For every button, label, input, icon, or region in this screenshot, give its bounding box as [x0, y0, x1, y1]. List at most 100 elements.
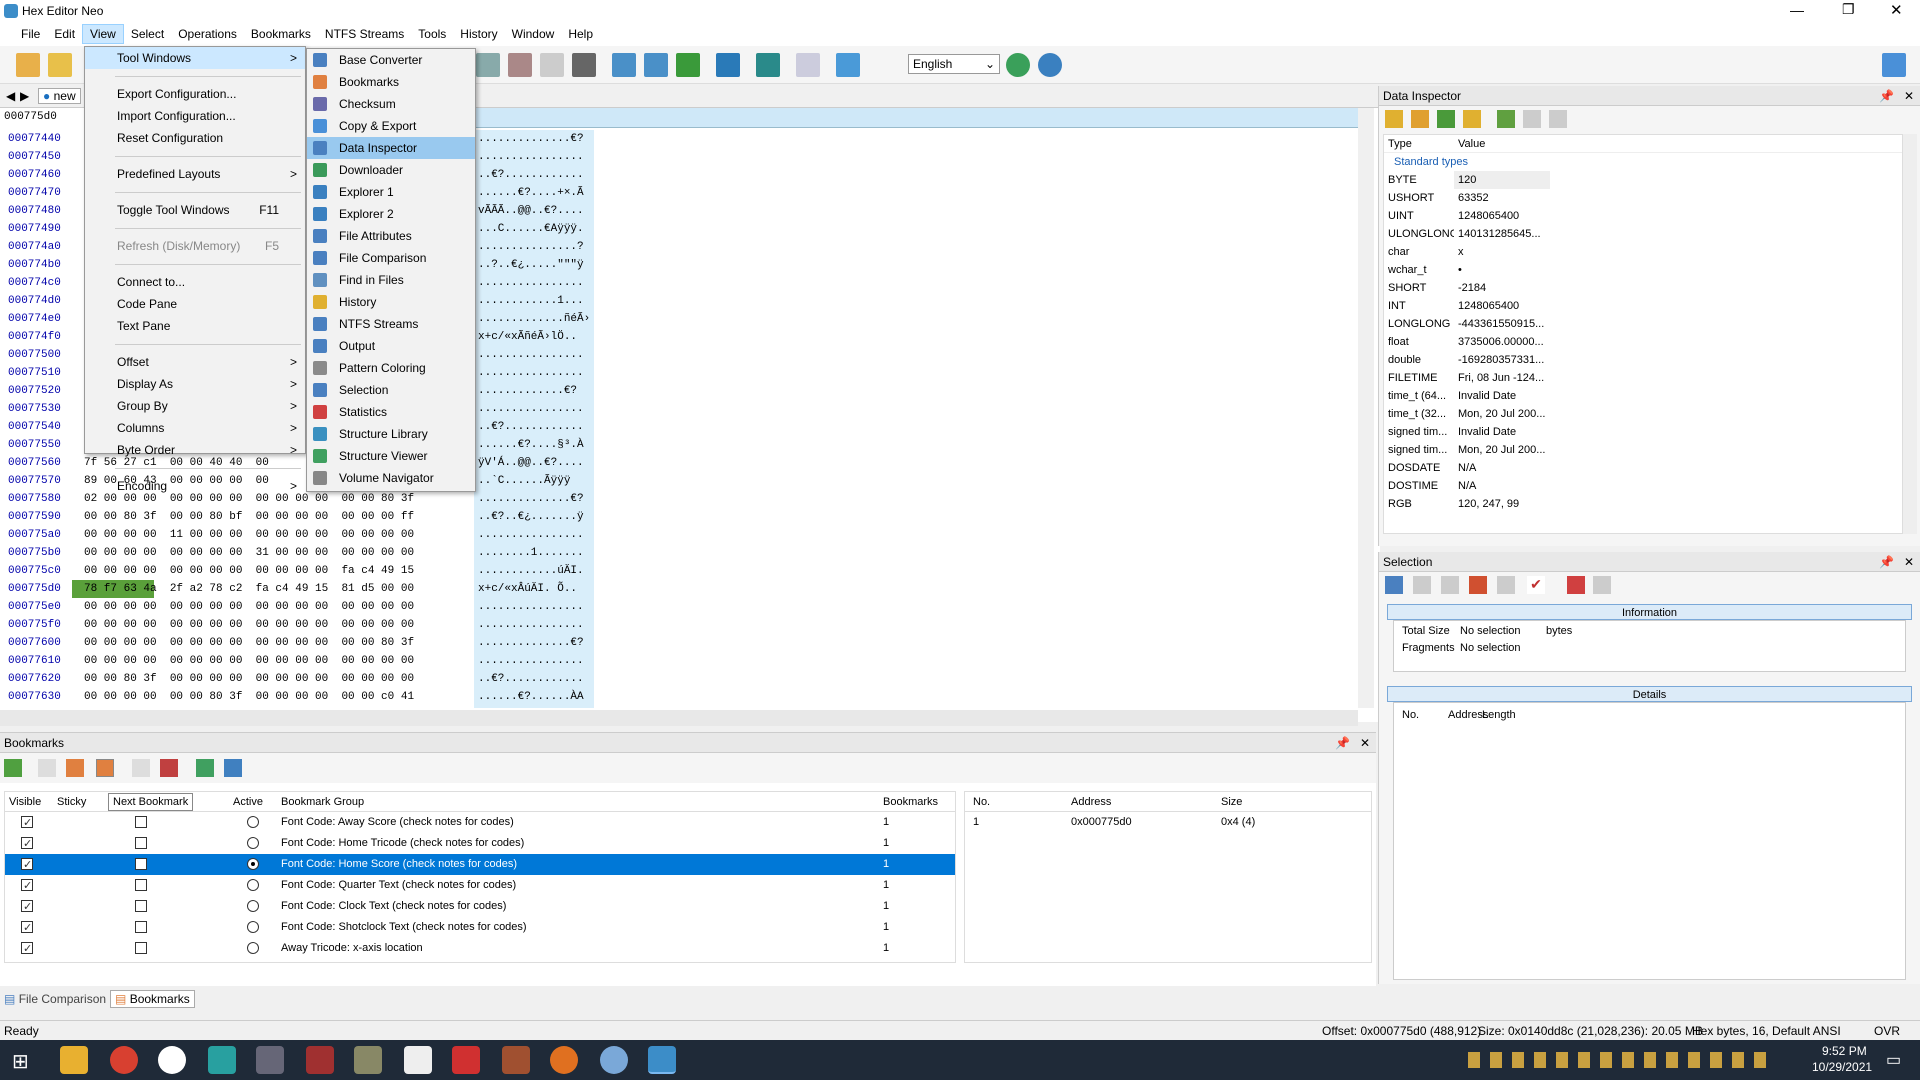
- ascii-row[interactable]: .............ñéÃ›: [474, 310, 594, 328]
- menu-file[interactable]: File: [14, 25, 47, 43]
- app-icon[interactable]: [354, 1046, 382, 1074]
- chrome-icon[interactable]: [110, 1046, 138, 1074]
- tool-icon[interactable]: [1523, 110, 1541, 128]
- data-value[interactable]: -169280357331...: [1454, 351, 1550, 369]
- visible-checkbox[interactable]: [21, 939, 33, 960]
- tool-icon[interactable]: [1549, 110, 1567, 128]
- ascii-row[interactable]: ..€?............: [474, 670, 594, 688]
- ascii-row[interactable]: x+c/«xÂúÄI. Õ..: [474, 580, 594, 598]
- vertical-scrollbar[interactable]: [1358, 108, 1374, 708]
- data-inspector-row[interactable]: char x: [1384, 243, 1902, 261]
- hex-row[interactable]: 00 00 00 00 00 00 00 00 00 00 00 00 00 0…: [72, 634, 472, 652]
- app-icon[interactable]: [404, 1046, 432, 1074]
- ascii-row[interactable]: ......€?....+×.Ã: [474, 184, 594, 202]
- document-tab[interactable]: ● new: [38, 88, 81, 104]
- sticky-checkbox[interactable]: [135, 921, 147, 933]
- ascii-row[interactable]: ..€?..€¿.......ÿ: [474, 508, 594, 526]
- hex-row[interactable]: 00 00 00 00 11 00 00 00 00 00 00 00 00 0…: [72, 526, 472, 544]
- clock-date[interactable]: 10/29/2021: [1812, 1060, 1872, 1074]
- layout-icon[interactable]: [644, 53, 668, 77]
- data-value[interactable]: Invalid Date: [1454, 387, 1550, 405]
- data-inspector-row[interactable]: UINT 1248065400: [1384, 207, 1902, 225]
- data-inspector-row[interactable]: ULONGLONG 140131285645...: [1384, 225, 1902, 243]
- tool-window-item-base-converter[interactable]: Base Converter: [307, 49, 475, 71]
- visible-checkbox[interactable]: [21, 897, 33, 918]
- pin-icon[interactable]: 📌: [1879, 552, 1894, 572]
- data-value[interactable]: N/A: [1454, 477, 1550, 495]
- group-header[interactable]: Standard types: [1384, 153, 1902, 171]
- tool-window-item-data-inspector[interactable]: Data Inspector: [307, 137, 475, 159]
- minimize-button[interactable]: —: [1790, 2, 1804, 18]
- ascii-row[interactable]: ..€?............: [474, 166, 594, 184]
- bookmark-icon[interactable]: [160, 759, 178, 777]
- grid-icon[interactable]: [1497, 576, 1515, 594]
- ascii-row[interactable]: ................: [474, 526, 594, 544]
- app-icon[interactable]: [600, 1046, 628, 1074]
- menu-view[interactable]: View: [82, 24, 124, 44]
- view-menu-item[interactable]: Group By >: [85, 395, 305, 417]
- hex-row[interactable]: 00 00 00 00 00 00 00 00 00 00 00 00 fa c…: [72, 562, 472, 580]
- visible-checkbox[interactable]: [21, 855, 33, 876]
- view-menu-item[interactable]: Text Pane: [85, 315, 305, 337]
- tool-window-item-find-in-files[interactable]: Find in Files: [307, 269, 475, 291]
- menu-tools[interactable]: Tools: [411, 25, 453, 43]
- data-inspector-row[interactable]: BYTE 120: [1384, 171, 1902, 189]
- sticky-checkbox[interactable]: [135, 858, 147, 870]
- close-icon[interactable]: ✕: [1904, 86, 1914, 106]
- data-inspector-row[interactable]: LONGLONG -443361550915...: [1384, 315, 1902, 333]
- data-value[interactable]: •: [1454, 261, 1550, 279]
- data-inspector-row[interactable]: signed tim... Mon, 20 Jul 200...: [1384, 441, 1902, 459]
- data-inspector-row[interactable]: wchar_t •: [1384, 261, 1902, 279]
- layout-icon[interactable]: [612, 53, 636, 77]
- view-menu-item[interactable]: Export Configuration...: [85, 83, 305, 105]
- grid-icon[interactable]: [1441, 576, 1459, 594]
- bookmark-detail-row[interactable]: 1 0x000775d0 0x4 (4): [965, 812, 1371, 832]
- ascii-row[interactable]: ................: [474, 148, 594, 166]
- data-inspector-row[interactable]: USHORT 63352: [1384, 189, 1902, 207]
- ruler-icon[interactable]: [676, 53, 700, 77]
- ascii-row[interactable]: ................: [474, 346, 594, 364]
- active-radio[interactable]: [247, 900, 259, 912]
- data-inspector-row[interactable]: time_t (32... Mon, 20 Jul 200...: [1384, 405, 1902, 423]
- ascii-row[interactable]: ......€?......ÀA: [474, 688, 594, 706]
- data-inspector-row[interactable]: DOSDATE N/A: [1384, 459, 1902, 477]
- data-value[interactable]: -2184: [1454, 279, 1550, 297]
- bookmark-icon[interactable]: [66, 759, 84, 777]
- pin-icon[interactable]: 📌: [1879, 86, 1894, 106]
- hex-row[interactable]: 00 00 00 00 00 00 00 00 00 00 00 00 00 0…: [72, 598, 472, 616]
- view-menu-item[interactable]: Connect to...: [85, 271, 305, 293]
- data-inspector-row[interactable]: INT 1248065400: [1384, 297, 1902, 315]
- bookmark-icon[interactable]: [38, 759, 56, 777]
- menu-help[interactable]: Help: [561, 25, 600, 43]
- menu-edit[interactable]: Edit: [47, 25, 82, 43]
- pencil-icon[interactable]: [1385, 110, 1403, 128]
- data-inspector-row[interactable]: float 3735006.00000...: [1384, 333, 1902, 351]
- data-inspector-row[interactable]: time_t (64... Invalid Date: [1384, 387, 1902, 405]
- app-icon[interactable]: [208, 1046, 236, 1074]
- tool-window-item-statistics[interactable]: Statistics: [307, 401, 475, 423]
- sticky-checkbox[interactable]: [135, 879, 147, 891]
- view-menu-item[interactable]: Tool Windows >: [85, 47, 305, 69]
- sticky-checkbox[interactable]: [135, 942, 147, 954]
- hex-row[interactable]: 00 00 80 3f 00 00 80 bf 00 00 00 00 00 0…: [72, 508, 472, 526]
- col-bookmarks[interactable]: Bookmarks: [883, 792, 938, 812]
- nav-forward-icon[interactable]: ▶: [20, 89, 29, 103]
- ascii-row[interactable]: ..€?............: [474, 418, 594, 436]
- split-icon[interactable]: [1469, 576, 1487, 594]
- view-menu-item[interactable]: Offset >: [85, 351, 305, 373]
- next-bookmark-icon[interactable]: [96, 759, 114, 777]
- detail-col-size[interactable]: Size: [1221, 792, 1242, 812]
- horizontal-scrollbar[interactable]: [0, 710, 1358, 726]
- data-value[interactable]: Mon, 20 Jul 200...: [1454, 405, 1550, 423]
- pin-icon[interactable]: 📌: [1335, 733, 1350, 753]
- visible-checkbox[interactable]: [21, 918, 33, 939]
- toolbar-tool-icon[interactable]: [476, 53, 500, 77]
- data-inspector-row[interactable]: SHORT -2184: [1384, 279, 1902, 297]
- nav-back-icon[interactable]: ◀: [6, 89, 15, 103]
- sticky-checkbox[interactable]: [135, 816, 147, 828]
- bookmark-icon[interactable]: [132, 759, 150, 777]
- ascii-row[interactable]: ..............€?: [474, 130, 594, 148]
- active-radio[interactable]: [247, 858, 259, 870]
- tool-window-item-volume-navigator[interactable]: Volume Navigator: [307, 467, 475, 489]
- help-icon[interactable]: [836, 53, 860, 77]
